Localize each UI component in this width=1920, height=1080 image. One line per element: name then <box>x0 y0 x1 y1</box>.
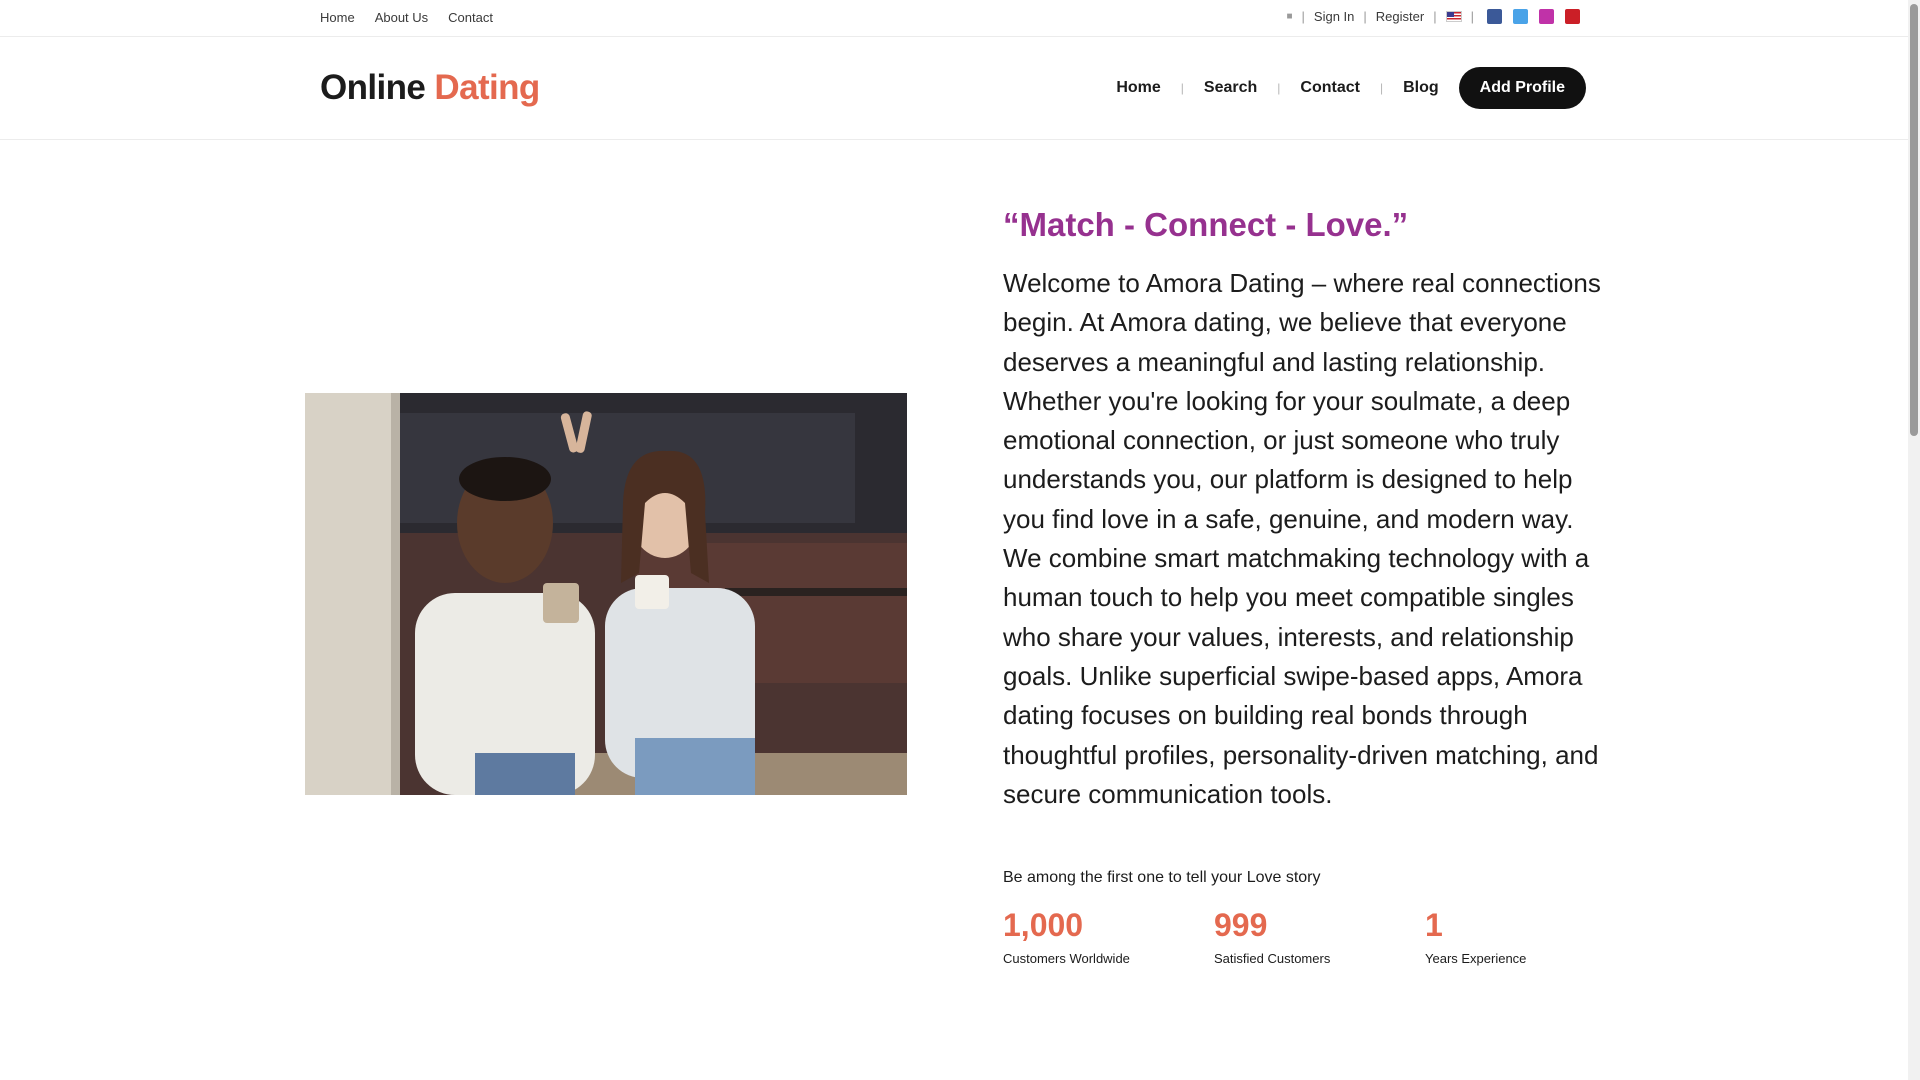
site-header: Online Dating Home | Search | Contact | … <box>0 38 1908 140</box>
instagram-icon[interactable] <box>1539 9 1554 24</box>
stats-row: 1,000 Customers Worldwide 999 Satisfied … <box>1003 907 1636 967</box>
nav-divider: | <box>1180 81 1184 95</box>
page-scrollbar[interactable] <box>1908 0 1920 1080</box>
nav-divider: | <box>1379 81 1384 95</box>
us-flag-icon[interactable] <box>1445 11 1462 22</box>
stat-value: 1,000 <box>1003 907 1084 943</box>
register-link[interactable]: Register <box>1376 9 1424 24</box>
social-links <box>1487 9 1580 24</box>
stat-label: Satisfied Customers <box>1214 951 1331 967</box>
top-nav: Home About Us Contact <box>320 10 493 25</box>
top-account-area: ■ | Sign In | Register | | <box>1286 9 1580 24</box>
nav-divider: | <box>1277 81 1281 95</box>
nav-blog[interactable]: Blog <box>1403 79 1439 97</box>
top-nav-home[interactable]: Home <box>320 10 355 25</box>
top-bar: Home About Us Contact ■ | Sign In | Regi… <box>0 0 1908 37</box>
separator: | <box>1363 9 1367 24</box>
love-story-cta-text: Be among the first one to tell your Love… <box>1003 869 1321 886</box>
stat-value: 999 <box>1214 907 1268 943</box>
couple-with-coffee-mugs-photo <box>305 393 907 795</box>
stat-years-experience: 1 Years Experience <box>1425 907 1636 967</box>
hero-tagline: “Match - Connect - Love.” <box>1003 206 1409 243</box>
stat-label: Years Experience <box>1425 951 1527 967</box>
nav-home[interactable]: Home <box>1116 79 1160 97</box>
facebook-icon[interactable] <box>1487 9 1502 24</box>
top-nav-about-us[interactable]: About Us <box>375 10 428 25</box>
separator: | <box>1470 9 1474 24</box>
main-nav: Home | Search | Contact | Blog Add Profi… <box>1116 67 1586 109</box>
stat-satisfied-customers: 999 Satisfied Customers <box>1214 907 1425 967</box>
hero-intro-text: Welcome to Amora Dating – where real con… <box>1003 268 1601 809</box>
twitter-icon[interactable] <box>1513 9 1528 24</box>
stat-label: Customers Worldwide <box>1003 951 1130 967</box>
top-nav-contact[interactable]: Contact <box>448 10 493 25</box>
user-icon[interactable]: ■ <box>1286 11 1292 22</box>
sign-in-link[interactable]: Sign In <box>1314 9 1354 24</box>
nav-search[interactable]: Search <box>1204 79 1257 97</box>
stat-customers-worldwide: 1,000 Customers Worldwide <box>1003 907 1214 967</box>
site-logo[interactable]: Online Dating <box>320 68 540 108</box>
logo-accent-text: Dating <box>434 68 540 107</box>
pinterest-icon[interactable] <box>1565 9 1580 24</box>
stat-value: 1 <box>1425 907 1443 943</box>
logo-main-text: Online <box>320 68 426 107</box>
hero-photo-illustration <box>305 393 907 795</box>
separator: | <box>1433 9 1437 24</box>
nav-contact[interactable]: Contact <box>1300 79 1360 97</box>
separator: | <box>1301 9 1305 24</box>
add-profile-button[interactable]: Add Profile <box>1458 67 1586 109</box>
scrollbar-thumb[interactable] <box>1910 4 1918 436</box>
